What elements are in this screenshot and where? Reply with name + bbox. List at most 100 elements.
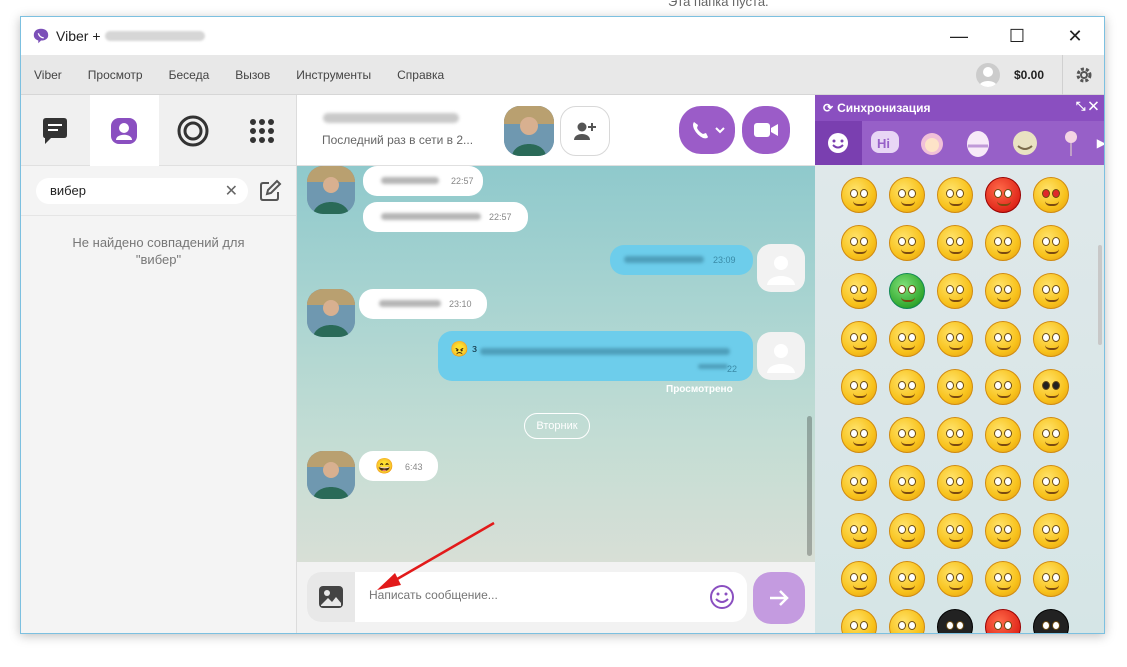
send-image-button[interactable] — [307, 572, 355, 622]
emoticon[interactable] — [841, 513, 877, 549]
message-in[interactable]: 23:10 — [359, 289, 487, 319]
emoticon[interactable] — [889, 561, 925, 597]
minimize-button[interactable]: — — [930, 17, 988, 55]
contact-avatar[interactable] — [504, 106, 554, 156]
maximize-button[interactable]: ☐ — [988, 17, 1046, 55]
emoticon[interactable] — [937, 321, 973, 357]
menu-view[interactable]: Просмотр — [88, 68, 143, 82]
clear-search-icon[interactable]: ✕ — [225, 181, 238, 201]
emoticon[interactable] — [985, 417, 1021, 453]
tab-girl-stickers[interactable] — [908, 121, 955, 165]
emoticon[interactable] — [1033, 225, 1069, 261]
settings-button[interactable] — [1062, 55, 1104, 95]
emoticon[interactable] — [937, 561, 973, 597]
tab-face-stickers[interactable] — [1002, 121, 1049, 165]
message-in[interactable]: 22:57 — [363, 166, 483, 196]
call-button[interactable] — [679, 106, 735, 154]
tabs-scroll-right-icon[interactable]: ▶ — [1097, 136, 1104, 150]
emoticon[interactable] — [985, 321, 1021, 357]
emoticon[interactable] — [889, 225, 925, 261]
add-participants-button[interactable] — [560, 106, 610, 156]
message-in[interactable]: 😄 6:43 — [359, 451, 438, 481]
emoticon[interactable] — [841, 273, 877, 309]
no-results-message: Не найдено совпадений для "вибер" — [21, 234, 296, 268]
message-time: 23:10 — [449, 299, 472, 309]
tab-public[interactable] — [159, 95, 228, 166]
message-out[interactable]: 23:09 — [610, 245, 753, 275]
emoticon[interactable] — [1033, 609, 1069, 633]
emoticon[interactable] — [937, 273, 973, 309]
emoticon[interactable] — [1033, 273, 1069, 309]
emoticon[interactable] — [985, 513, 1021, 549]
emoticon[interactable] — [889, 321, 925, 357]
emoticon[interactable] — [937, 513, 973, 549]
tab-smiles[interactable] — [815, 121, 862, 165]
video-call-button[interactable] — [742, 106, 790, 154]
search-input[interactable] — [50, 183, 210, 198]
emoticon[interactable] — [841, 609, 877, 633]
own-avatar — [757, 244, 805, 292]
emoticon[interactable] — [889, 609, 925, 633]
messages-area[interactable]: 22:57 22:57 23:09 23:10 😠 з 22 Просмотре… — [297, 166, 815, 562]
emoticon[interactable] — [1033, 177, 1069, 213]
smiley-icon[interactable] — [709, 584, 735, 610]
emoticon[interactable] — [937, 465, 973, 501]
emoticon[interactable] — [841, 177, 877, 213]
emoticon[interactable] — [889, 177, 925, 213]
emoticon[interactable] — [1033, 321, 1069, 357]
emoticon[interactable] — [985, 561, 1021, 597]
emoticon[interactable] — [841, 417, 877, 453]
emoticon[interactable] — [1033, 417, 1069, 453]
balance[interactable]: $0.00 — [1014, 68, 1044, 82]
emoticon[interactable] — [841, 321, 877, 357]
emoticon[interactable] — [1033, 561, 1069, 597]
emoticon[interactable] — [889, 369, 925, 405]
close-button[interactable]: ✕ — [1046, 17, 1104, 55]
tab-contacts[interactable] — [89, 95, 159, 166]
sticker-scrollbar[interactable] — [1098, 245, 1102, 345]
emoticon[interactable] — [937, 225, 973, 261]
emoticon[interactable] — [985, 465, 1021, 501]
menu-call[interactable]: Вызов — [235, 68, 270, 82]
emoticon[interactable] — [985, 369, 1021, 405]
compose-icon[interactable] — [258, 179, 282, 203]
emoticon[interactable] — [1033, 465, 1069, 501]
emoticon[interactable] — [1033, 369, 1069, 405]
send-button[interactable] — [753, 572, 805, 624]
emoticon[interactable] — [985, 177, 1021, 213]
message-in[interactable]: 22:57 — [363, 202, 528, 232]
tab-chats[interactable] — [21, 95, 90, 166]
tab-hi-stickers[interactable]: Hi — [862, 121, 909, 165]
emoticon[interactable] — [937, 177, 973, 213]
emoticon[interactable] — [889, 417, 925, 453]
tab-dialpad[interactable] — [227, 95, 296, 166]
emoticon[interactable] — [985, 273, 1021, 309]
menu-conversation[interactable]: Беседа — [169, 68, 210, 82]
emoticon[interactable] — [841, 465, 877, 501]
emoticon[interactable] — [1033, 513, 1069, 549]
panel-controls[interactable]: ⤡ ✕ — [1076, 99, 1098, 114]
contacts-icon — [111, 117, 138, 144]
emoticon[interactable] — [985, 609, 1021, 633]
tab-rose-stickers[interactable] — [1048, 121, 1095, 165]
no-results-text: Не найдено совпадений для — [72, 235, 245, 250]
message-time: 23:09 — [713, 255, 736, 265]
message-out[interactable]: 😠 з 22 — [438, 331, 753, 381]
menu-help[interactable]: Справка — [397, 68, 444, 82]
menu-viber[interactable]: Viber — [34, 68, 62, 82]
emoticon[interactable] — [889, 465, 925, 501]
messages-scrollbar[interactable] — [807, 416, 812, 556]
emoticon[interactable] — [937, 417, 973, 453]
emoticon[interactable] — [889, 513, 925, 549]
emoticon[interactable] — [937, 369, 973, 405]
emoticon[interactable] — [841, 225, 877, 261]
emoticon[interactable] — [937, 609, 973, 633]
emoticon[interactable] — [985, 225, 1021, 261]
tab-egg-stickers[interactable] — [955, 121, 1002, 165]
message-input[interactable] — [369, 588, 689, 602]
emoticon[interactable] — [841, 561, 877, 597]
emoticon[interactable] — [841, 369, 877, 405]
menu-tools[interactable]: Инструменты — [296, 68, 371, 82]
emoticon[interactable] — [889, 273, 925, 309]
account-avatar[interactable] — [975, 63, 1000, 87]
